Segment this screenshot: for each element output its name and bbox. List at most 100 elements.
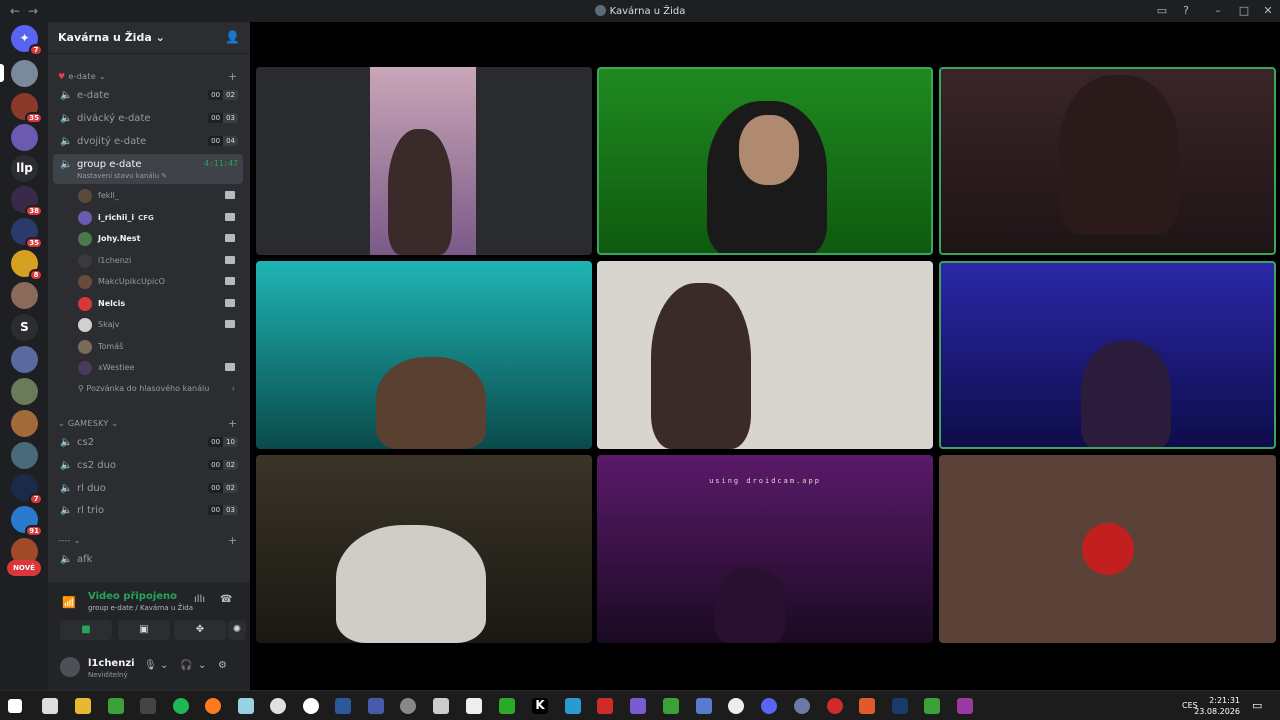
gear-icon[interactable]: ⚙ xyxy=(218,660,227,671)
app-icon[interactable] xyxy=(238,698,254,714)
app-icon[interactable] xyxy=(794,698,810,714)
server-icon[interactable] xyxy=(11,282,38,309)
server-icon[interactable] xyxy=(11,378,38,405)
app-icon[interactable] xyxy=(400,698,416,714)
notifications-icon[interactable]: ▭ xyxy=(1252,699,1262,712)
server-icon[interactable]: 35 xyxy=(11,93,43,124)
voice-member[interactable]: l1chenzi xyxy=(78,252,243,271)
noise-suppression-icon[interactable]: ıllı xyxy=(194,594,205,605)
add-channel-icon[interactable]: + xyxy=(228,417,238,430)
app-icon[interactable] xyxy=(630,698,646,714)
server-header[interactable]: Kavárna u Žida ⌄ 👤 xyxy=(48,22,250,54)
voice-channel[interactable]: 🔈 cs2 duo 00 02 xyxy=(53,455,243,476)
server-icon[interactable] xyxy=(11,346,38,373)
add-channel-icon[interactable]: + xyxy=(228,534,238,547)
voice-location[interactable]: group e-date / Kavárna u Žida xyxy=(88,604,193,612)
server-s[interactable]: S xyxy=(11,314,38,341)
voice-member[interactable]: MakcUpikcUpicO xyxy=(78,273,243,292)
firefox-icon[interactable] xyxy=(205,698,221,714)
voice-channel[interactable]: 🔈 afk xyxy=(53,549,243,570)
minimize-icon[interactable]: – xyxy=(1210,3,1226,19)
nvidia-icon[interactable] xyxy=(108,698,124,714)
invite-to-voice[interactable]: ⚲ Pozvánka do hlasového kanálu › xyxy=(78,384,243,393)
app-icon[interactable] xyxy=(924,698,940,714)
server-icon[interactable] xyxy=(11,442,38,469)
spotify-icon[interactable] xyxy=(173,698,189,714)
voice-member[interactable]: Tomáš xyxy=(78,338,243,357)
active-voice-channel[interactable]: 🔈 group e-date 4:11:47 Nastavení stavu k… xyxy=(53,154,243,184)
server-icon[interactable] xyxy=(11,410,38,437)
server-name[interactable]: Kavárna u Žida ⌄ xyxy=(58,31,165,44)
app-icon[interactable] xyxy=(466,698,482,714)
inbox-icon[interactable]: ▭ xyxy=(1154,3,1170,19)
channel-status[interactable]: Nastavení stavu kanálu ✎ xyxy=(77,172,167,180)
voice-member[interactable]: Johy.Nest xyxy=(78,230,243,249)
app-icon[interactable] xyxy=(368,698,384,714)
video-tile[interactable] xyxy=(597,67,933,255)
terminal-icon[interactable] xyxy=(140,698,156,714)
close-icon[interactable]: ✕ xyxy=(1260,3,1276,19)
voice-channel[interactable]: 🔈 cs2 00 10 xyxy=(53,432,243,453)
camera-button[interactable]: ■ xyxy=(60,620,112,640)
new-servers-badge[interactable]: NOVÉ xyxy=(7,560,41,576)
app-icon[interactable] xyxy=(728,698,744,714)
clock-icon[interactable] xyxy=(303,698,319,714)
windows-start-icon[interactable] xyxy=(8,699,22,713)
app-icon[interactable] xyxy=(270,698,286,714)
language-indicator[interactable]: CES xyxy=(1182,701,1198,710)
chevron-down-icon[interactable]: ⌄ xyxy=(198,660,206,671)
voice-channel[interactable]: 🔈 divácký e-date 00 03 xyxy=(53,108,243,129)
discord-home-icon[interactable]: ✦ 7 xyxy=(11,25,43,56)
opera-icon[interactable] xyxy=(827,698,843,714)
discord-icon[interactable] xyxy=(761,698,777,714)
server-icon[interactable]: 7 xyxy=(11,474,43,505)
video-tile[interactable] xyxy=(939,67,1276,255)
voice-channel[interactable]: 🔈 rl trio 00 03 xyxy=(53,500,243,521)
brave-icon[interactable] xyxy=(859,698,875,714)
voice-member[interactable]: xWestiee xyxy=(78,359,243,378)
steam-icon[interactable] xyxy=(335,698,351,714)
voice-member[interactable]: fekll_ xyxy=(78,187,243,206)
disconnect-icon[interactable]: ☎ xyxy=(220,594,232,605)
screen-share-button[interactable]: ▣ xyxy=(118,620,170,640)
file-explorer-icon[interactable] xyxy=(75,698,91,714)
microphone-icon[interactable]: 🎙 xyxy=(144,660,157,671)
activities-button[interactable]: ✥ xyxy=(174,620,226,640)
category-edate[interactable]: ♥ e-date ⌄ + xyxy=(58,70,237,83)
help-icon[interactable]: ? xyxy=(1178,3,1194,19)
voice-member[interactable]: Nelcis xyxy=(78,295,243,314)
voice-channel[interactable]: 🔈 rl duo 00 02 xyxy=(53,478,243,499)
clock-date[interactable]: 23.08.2026 xyxy=(1194,707,1240,716)
add-member-icon[interactable]: 👤 xyxy=(225,30,240,44)
video-tile[interactable] xyxy=(256,455,592,643)
app-icon[interactable] xyxy=(696,698,712,714)
video-tile[interactable]: using droidcam.app xyxy=(597,455,933,643)
kick-icon[interactable]: K xyxy=(532,698,548,714)
server-icon[interactable]: 91 xyxy=(11,506,43,537)
voice-channel[interactable]: 🔈 dvojitý e-date 00 04 xyxy=(53,131,243,152)
server-icon[interactable]: 35 xyxy=(11,218,43,249)
video-tile[interactable] xyxy=(597,261,933,449)
calculator-icon[interactable] xyxy=(433,698,449,714)
chevron-down-icon[interactable]: ⌄ xyxy=(160,660,168,671)
headphones-icon[interactable]: 🎧 xyxy=(180,660,192,671)
video-tile[interactable] xyxy=(939,455,1276,643)
server-icon[interactable]: 38 xyxy=(11,186,43,217)
video-tile[interactable] xyxy=(939,261,1276,449)
server-icon[interactable]: 8 xyxy=(11,250,43,281)
soundboard-button[interactable]: ✺ xyxy=(228,620,246,640)
maximize-icon[interactable]: □ xyxy=(1236,3,1252,19)
voice-channel[interactable]: 🔈 e-date 00 02 xyxy=(53,85,243,106)
photoshop-icon[interactable] xyxy=(892,698,908,714)
app-icon[interactable] xyxy=(663,698,679,714)
server-llp[interactable]: llp xyxy=(11,155,38,182)
app-icon[interactable] xyxy=(957,698,973,714)
app-icon[interactable] xyxy=(597,698,613,714)
avatar[interactable] xyxy=(60,657,80,677)
server-kavarna-icon[interactable] xyxy=(0,60,38,87)
voice-status[interactable]: Video připojeno xyxy=(88,591,177,602)
video-tile[interactable] xyxy=(256,67,592,255)
voice-member[interactable]: i_richii_i CFG xyxy=(78,209,243,228)
app-icon[interactable] xyxy=(565,698,581,714)
add-channel-icon[interactable]: + xyxy=(228,70,238,83)
